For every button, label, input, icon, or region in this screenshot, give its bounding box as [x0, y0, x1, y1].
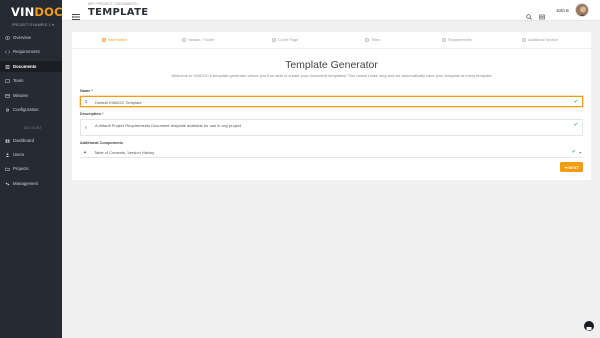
sidebar: VINDOC PROJECT EXAMPLE 1 ▾ Overview Requ…	[0, 0, 63, 338]
sidebar-item-label: Overview	[13, 35, 31, 40]
step-circle-icon	[365, 38, 369, 42]
step-cover-page[interactable]: Cover Page	[272, 38, 298, 42]
valid-check-icon: ✔	[573, 122, 578, 128]
sidebar-item-documents[interactable]: Documents	[0, 61, 62, 72]
sidebar-item-label: Minutes	[13, 93, 29, 98]
sidebar-item-label: Management	[13, 181, 39, 186]
valid-check-icon: ✔	[571, 149, 576, 155]
sidebar-item-label: Users	[13, 152, 25, 157]
eye-icon	[5, 35, 10, 40]
sidebar-item-label: Requirements	[13, 49, 40, 54]
name-label: Name *	[80, 89, 93, 93]
generator-title: Template Generator	[285, 59, 378, 71]
generator-subtitle: Welcome to VINDOC's template generator w…	[171, 73, 492, 78]
management-icon	[5, 182, 10, 186]
sidebar-item-requirements[interactable]: Requirements	[0, 46, 62, 57]
sidebar-item-label: Configuration	[13, 107, 39, 112]
step-circle-icon	[102, 38, 106, 42]
code-icon	[5, 49, 10, 54]
sidebar-item-label: Team	[13, 78, 24, 83]
sidebar-item-team[interactable]: Team	[0, 75, 62, 86]
gear-icon	[5, 107, 10, 112]
search-icon[interactable]	[526, 7, 532, 20]
valid-check-icon: ✔	[573, 98, 578, 105]
top-bar: APP / PROJECT / DOCUMENTS / TEMPLATE Jos…	[62, 0, 600, 21]
message-icon[interactable]	[539, 7, 545, 20]
logo-part-2: DOC	[34, 5, 63, 19]
user-name[interactable]: Josh B	[556, 8, 569, 13]
team-icon	[5, 79, 10, 83]
avatar[interactable]	[575, 3, 589, 17]
plus-icon: +	[83, 149, 87, 156]
name-value: Default VINDOC Template	[95, 99, 142, 105]
step-label: Information	[108, 38, 127, 42]
step-header-footer[interactable]: Header / Footer	[182, 38, 215, 42]
sidebar-item-overview[interactable]: Overview	[0, 32, 62, 43]
step-circle-icon	[182, 38, 186, 42]
components-label: Additional Components	[80, 141, 123, 145]
sidebar-item-label: Dashboard	[13, 138, 35, 143]
sidebar-item-label: Documents	[13, 64, 37, 69]
document-icon	[5, 64, 10, 69]
step-label: Additional Section	[528, 38, 559, 42]
step-label: Requirements	[448, 38, 472, 42]
components-select[interactable]: + Table of Contents, Version History ✔ ▼	[80, 148, 583, 158]
step-circle-icon	[522, 38, 526, 42]
step-label: Cover Page	[278, 38, 299, 42]
description-value: A default Project Requirements Document …	[95, 122, 242, 128]
dashboard-icon	[5, 139, 10, 143]
description-label: Description *	[80, 112, 104, 116]
next-button[interactable]: ➔ NEXT	[560, 162, 583, 172]
stepper: Information Header / Footer Cover Page T…	[72, 32, 591, 49]
name-field[interactable]: Ɪ Default VINDOC Template ✔	[80, 96, 583, 107]
app-logo[interactable]: VINDOC	[11, 5, 63, 19]
step-label: Header / Footer	[188, 38, 215, 42]
chat-bubble-button[interactable]	[584, 321, 594, 332]
sidebar-item-label: Projects	[13, 166, 29, 171]
page-title: TEMPLATE	[88, 7, 149, 18]
text-cursor-icon: Ɪ	[84, 98, 88, 104]
sidebar-item-projects[interactable]: Projects	[0, 163, 62, 174]
description-field[interactable]: ≡ A default Project Requirements Documen…	[80, 119, 583, 136]
sidebar-item-minutes[interactable]: Minutes	[0, 90, 62, 101]
sidebar-section-label: ACCOUNT	[24, 126, 42, 130]
sidebar-item-users[interactable]: Users	[0, 149, 62, 160]
breadcrumb: APP / PROJECT / DOCUMENTS /	[88, 2, 139, 6]
align-left-icon: ≡	[84, 125, 88, 130]
menu-toggle-icon[interactable]	[71, 7, 80, 20]
step-additional-section[interactable]: Additional Section	[522, 38, 558, 42]
step-label: Titles	[371, 38, 380, 42]
template-card: Information Header / Footer Cover Page T…	[72, 32, 591, 180]
logo-part-1: VIN	[11, 5, 35, 19]
project-selector[interactable]: PROJECT EXAMPLE 1 ▾	[12, 23, 54, 27]
projects-icon	[5, 167, 10, 171]
step-requirements[interactable]: Requirements	[442, 38, 472, 42]
sidebar-item-configuration[interactable]: Configuration	[0, 104, 62, 115]
chevron-down-icon[interactable]: ▼	[579, 151, 582, 155]
step-information[interactable]: Information	[102, 38, 127, 42]
sidebar-item-dashboard[interactable]: Dashboard	[0, 135, 62, 146]
components-value: Table of Contents, Version History	[94, 150, 155, 155]
sidebar-item-management[interactable]: Management	[0, 178, 62, 189]
step-circle-icon	[442, 38, 446, 42]
minutes-icon	[5, 93, 10, 98]
step-circle-icon	[272, 38, 276, 42]
users-icon	[5, 152, 10, 157]
step-titles[interactable]: Titles	[365, 38, 380, 42]
